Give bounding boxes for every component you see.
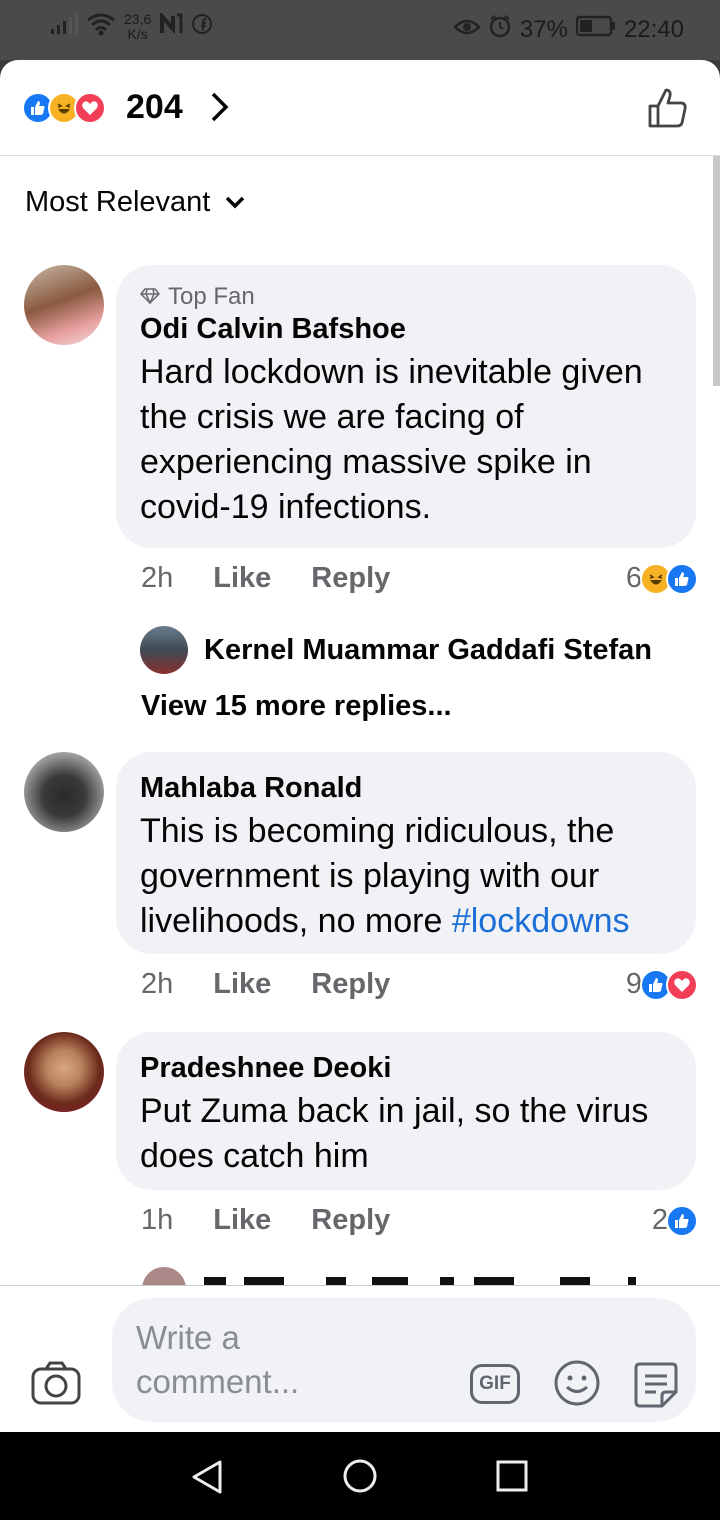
- network-speed-value: 23,6: [124, 11, 152, 27]
- comment-time: 2h: [141, 968, 174, 1000]
- battery-percent: 37%: [519, 15, 568, 43]
- reply-author: Kernel Muammar Gaddafi Stefan: [204, 633, 652, 666]
- home-icon[interactable]: [342, 1458, 378, 1499]
- network-speed-unit: K/s: [127, 26, 148, 42]
- nfc-icon: [159, 10, 183, 41]
- diamond-icon: [139, 283, 161, 311]
- comment-bubble: Mahlaba Ronald This is becoming ridiculo…: [116, 752, 696, 954]
- status-bar: 23,6 K/s 37% 22:40: [0, 0, 720, 60]
- status-right: 37% 22:40: [453, 14, 684, 45]
- view-more-replies-link[interactable]: View 15 more replies...: [141, 690, 452, 723]
- top-fan-label: Top Fan: [168, 283, 255, 310]
- avatar[interactable]: [24, 265, 104, 345]
- reply-button[interactable]: Reply: [311, 968, 390, 1001]
- sort-label: Most Relevant: [25, 186, 211, 218]
- like-outline-icon[interactable]: [646, 86, 690, 135]
- wifi-icon: [86, 12, 116, 42]
- comment-author[interactable]: Pradeshnee Deoki: [140, 1052, 672, 1085]
- avatar[interactable]: [24, 752, 104, 832]
- reply-button[interactable]: Reply: [311, 1204, 390, 1237]
- avatar[interactable]: [24, 1032, 104, 1112]
- facebook-notification-icon: [191, 13, 213, 41]
- network-speed: 23,6 K/s: [124, 12, 151, 42]
- system-nav-bar: [0, 1432, 720, 1520]
- chevron-down-icon: [224, 186, 246, 219]
- like-icon: [666, 1204, 698, 1237]
- emoji-icon[interactable]: [552, 1358, 602, 1413]
- comment-actions: 1h Like Reply: [141, 1204, 390, 1237]
- chevron-right-icon[interactable]: [206, 90, 232, 129]
- comment-actions: 2h Like Reply: [141, 562, 390, 595]
- truncated-reply-preview: [140, 1265, 680, 1285]
- like-button[interactable]: Like: [213, 562, 271, 595]
- reaction-summary[interactable]: [22, 92, 106, 124]
- comment-input[interactable]: Write a comment... GIF: [112, 1298, 696, 1422]
- sticker-icon[interactable]: [630, 1358, 682, 1415]
- reply-preview[interactable]: Kernel Muammar Gaddafi Stefan: [140, 626, 652, 674]
- comments-sheet: 204 Most Relevant Top Fan Odi Calvin Baf…: [0, 60, 720, 1432]
- battery-icon: [575, 15, 616, 44]
- alarm-icon: [488, 14, 512, 45]
- comment-text: This is becoming ridiculous, the governm…: [140, 809, 672, 944]
- comment-bubble: Top Fan Odi Calvin Bafshoe Hard lockdown…: [116, 265, 696, 548]
- comment-text: Put Zuma back in jail, so the virus does…: [140, 1092, 649, 1175]
- eye-comfort-icon: [453, 16, 481, 44]
- sort-dropdown[interactable]: Most Relevant: [25, 186, 246, 219]
- scrollbar[interactable]: [713, 156, 720, 386]
- comment-placeholder: Write a comment...: [136, 1319, 300, 1400]
- love-icon: [74, 92, 106, 124]
- signal-icon: [50, 13, 78, 41]
- like-button[interactable]: Like: [213, 1204, 271, 1237]
- recent-apps-icon[interactable]: [496, 1460, 528, 1497]
- comment-time: 2h: [141, 562, 174, 594]
- reaction-count[interactable]: 204: [126, 88, 183, 127]
- comment-text: Hard lockdown is inevitable given the cr…: [140, 353, 643, 526]
- comment-actions: 2h Like Reply: [141, 968, 390, 1001]
- comment-time: 1h: [141, 1204, 174, 1236]
- comment-reactions[interactable]: 9: [626, 968, 698, 1001]
- reply-avatar: [140, 626, 188, 674]
- top-fan-badge: Top Fan: [139, 283, 672, 311]
- status-left: 23,6 K/s: [50, 10, 213, 42]
- like-button[interactable]: Like: [213, 968, 271, 1001]
- comment-reactions[interactable]: 6: [626, 562, 698, 595]
- reply-button[interactable]: Reply: [311, 562, 390, 595]
- comment-composer: Write a comment... GIF: [0, 1285, 720, 1432]
- clock: 22:40: [623, 15, 684, 43]
- like-icon: [666, 562, 698, 595]
- comment-author[interactable]: Mahlaba Ronald: [140, 772, 672, 805]
- hashtag-link[interactable]: #lockdowns: [452, 902, 630, 940]
- gif-button[interactable]: GIF: [470, 1364, 520, 1404]
- comment-reactions[interactable]: 2: [652, 1204, 698, 1237]
- reactions-header: 204: [0, 60, 720, 156]
- back-icon[interactable]: [190, 1459, 224, 1500]
- camera-icon[interactable]: [30, 1360, 82, 1411]
- comment-bubble: Pradeshnee Deoki Put Zuma back in jail, …: [116, 1032, 696, 1190]
- comment-author[interactable]: Odi Calvin Bafshoe: [140, 313, 672, 346]
- love-icon: [666, 968, 698, 1001]
